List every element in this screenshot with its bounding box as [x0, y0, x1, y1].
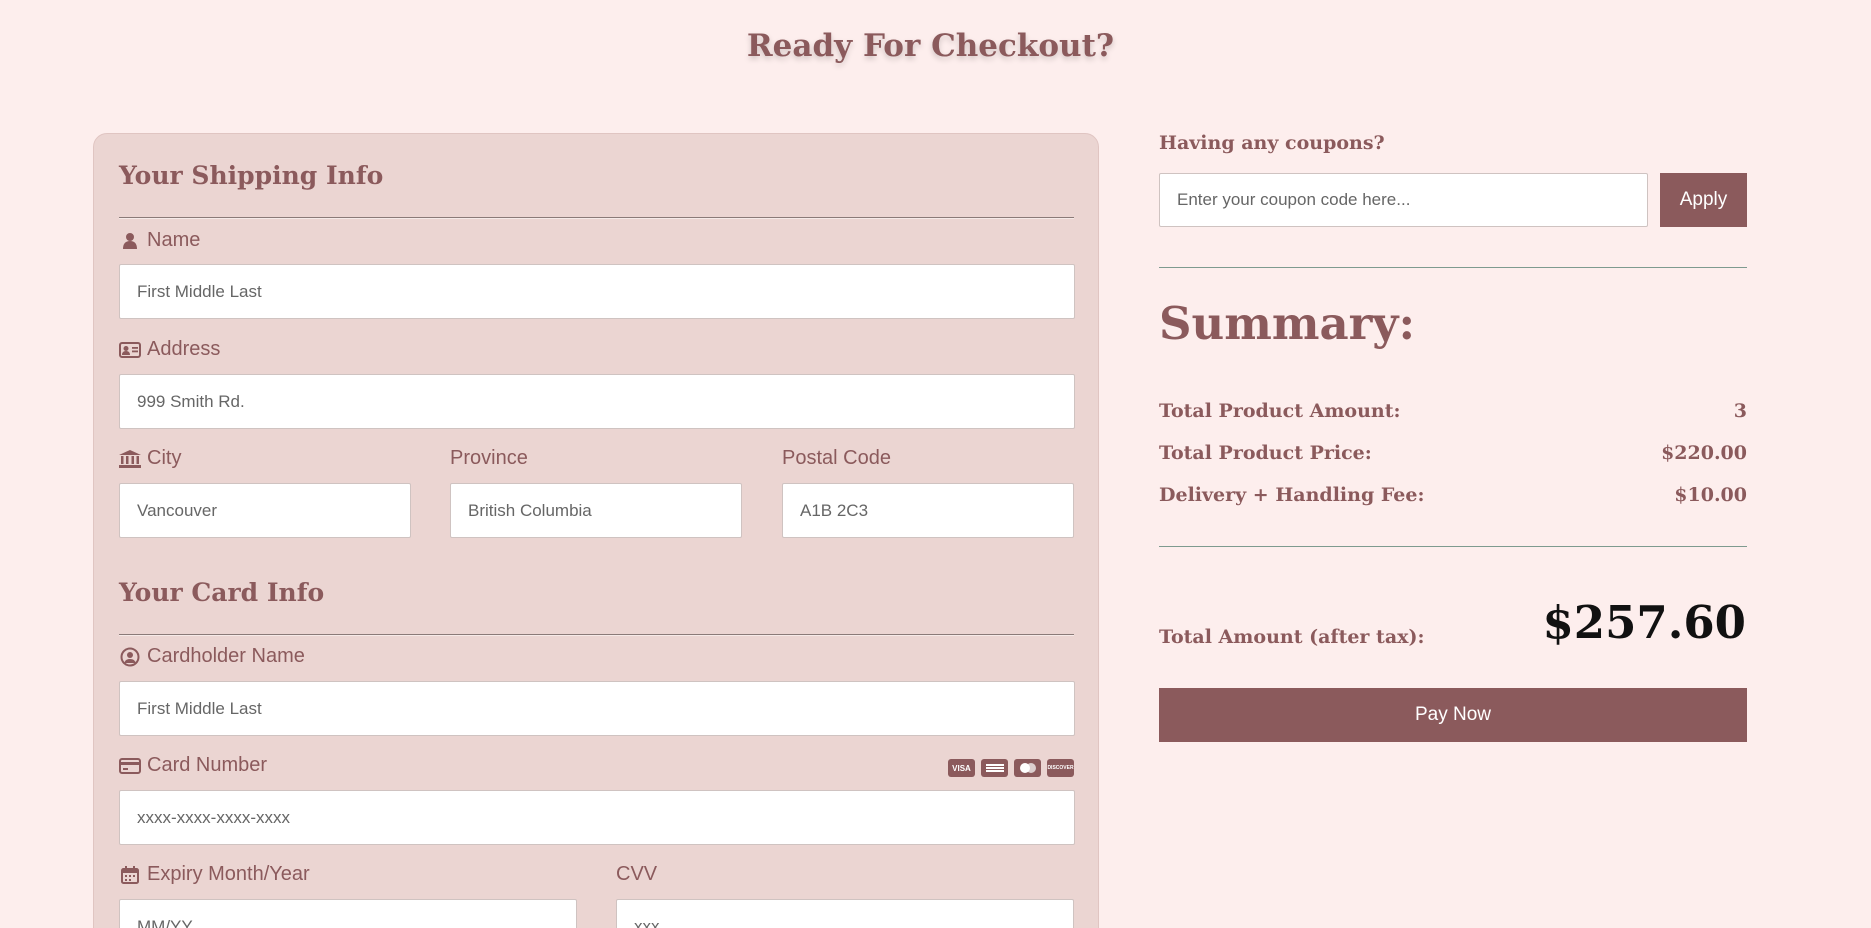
summary-row: Delivery + Handling Fee: $10.00	[1159, 484, 1747, 506]
province-label: Province	[450, 447, 528, 470]
summary-row: Total Product Price: $220.00	[1159, 442, 1747, 464]
address-label: Address	[119, 338, 220, 361]
summary-row-label: Delivery + Handling Fee:	[1159, 484, 1425, 506]
summary-row-value: $220.00	[1661, 442, 1747, 464]
card-number-label-text: Card Number	[147, 754, 268, 776]
postal-code-label-text: Postal Code	[782, 447, 891, 469]
shipping-section-title: Your Shipping Info	[119, 161, 384, 190]
card-number-label: Card Number	[119, 754, 267, 777]
summary-row-value: $10.00	[1674, 484, 1747, 506]
address-label-text: Address	[147, 338, 221, 360]
city-label: City	[119, 447, 181, 470]
postal-code-input[interactable]	[782, 483, 1074, 538]
cvv-label-text: CVV	[616, 863, 658, 885]
expiry-input[interactable]	[119, 899, 577, 928]
city-label-text: City	[147, 447, 182, 469]
user-circle-icon	[119, 647, 141, 667]
name-label: Name	[119, 229, 200, 252]
summary-title: Summary:	[1159, 297, 1416, 350]
credit-card-icon	[119, 756, 141, 776]
calendar-icon	[119, 865, 141, 885]
pay-now-button[interactable]: Pay Now	[1159, 688, 1747, 742]
coupon-input[interactable]	[1159, 173, 1648, 227]
expiry-label: Expiry Month/Year	[119, 863, 310, 886]
shipping-divider	[119, 217, 1074, 219]
visa-icon: VISA	[948, 759, 975, 777]
name-input[interactable]	[119, 264, 1075, 319]
name-label-text: Name	[147, 229, 201, 251]
address-input[interactable]	[119, 374, 1075, 429]
summary-row-label: Total Product Amount:	[1159, 400, 1401, 422]
apply-coupon-button[interactable]: Apply	[1660, 173, 1747, 227]
accepted-cards: VISA DISCOVER	[948, 759, 1074, 777]
province-label-text: Province	[450, 447, 528, 469]
mastercard-icon	[1014, 759, 1041, 777]
cardholder-label: Cardholder Name	[119, 645, 305, 668]
cvv-input[interactable]	[616, 899, 1074, 928]
coupon-divider	[1159, 267, 1747, 268]
summary-divider	[1159, 546, 1747, 547]
summary-row-label: Total Product Price:	[1159, 442, 1372, 464]
amex-icon	[981, 759, 1008, 777]
total-label: Total Amount (after tax):	[1159, 626, 1425, 648]
discover-icon: DISCOVER	[1047, 759, 1074, 777]
total-value: $257.60	[1542, 596, 1746, 649]
card-section-title: Your Card Info	[119, 578, 325, 607]
card-number-input[interactable]	[119, 790, 1075, 845]
summary-row-value: 3	[1733, 400, 1747, 422]
cardholder-input[interactable]	[119, 681, 1075, 736]
summary-row: Total Product Amount: 3	[1159, 400, 1747, 422]
city-input[interactable]	[119, 483, 411, 538]
cardholder-label-text: Cardholder Name	[147, 645, 305, 667]
id-card-icon	[119, 340, 141, 360]
coupon-label: Having any coupons?	[1159, 132, 1385, 154]
postal-code-label: Postal Code	[782, 447, 891, 470]
page-title: Ready For Checkout?	[746, 28, 1115, 64]
user-icon	[119, 231, 141, 251]
bank-icon	[119, 449, 141, 469]
checkout-form-panel: Your Shipping Info Name Address City Pro…	[93, 133, 1099, 928]
cvv-label: CVV	[616, 863, 657, 886]
province-input[interactable]	[450, 483, 742, 538]
card-divider	[119, 634, 1074, 636]
expiry-label-text: Expiry Month/Year	[147, 863, 310, 885]
